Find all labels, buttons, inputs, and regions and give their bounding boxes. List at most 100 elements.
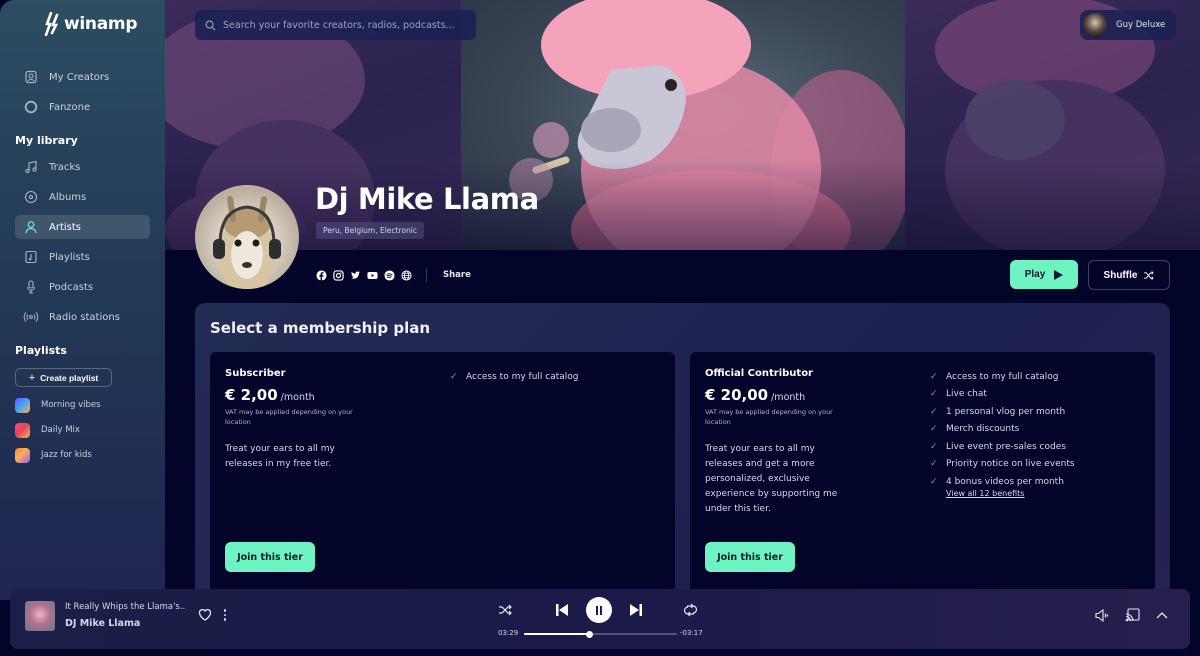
progress-fill bbox=[524, 633, 590, 635]
sidebar-item-label: Playlists bbox=[49, 251, 90, 263]
sidebar-item-artists[interactable]: Artists bbox=[15, 215, 150, 239]
heart-icon[interactable] bbox=[197, 606, 215, 624]
playlist-item-jazz-for-kids[interactable]: Jazz for kids bbox=[15, 447, 92, 463]
fanzone-icon bbox=[23, 99, 39, 115]
sidebar-item-podcasts[interactable]: Podcasts bbox=[15, 275, 150, 299]
previous-track-icon[interactable] bbox=[553, 601, 571, 619]
check-icon: ✓ bbox=[930, 459, 938, 470]
shuffle-button[interactable]: Shuffle bbox=[1088, 260, 1170, 290]
price-amount: € 2,00 bbox=[225, 386, 278, 404]
pause-icon bbox=[596, 605, 602, 615]
now-playing-artwork[interactable] bbox=[25, 601, 55, 631]
playlist-thumbnail bbox=[15, 447, 30, 463]
app-name: winamp bbox=[64, 14, 138, 34]
cast-icon[interactable] bbox=[1123, 606, 1141, 624]
sidebar-item-label: Artists bbox=[49, 221, 81, 233]
play-icon bbox=[1054, 269, 1064, 280]
playlist-label: Jazz for kids bbox=[41, 450, 92, 460]
user-avatar bbox=[1083, 13, 1107, 37]
more-options-icon[interactable] bbox=[221, 606, 229, 624]
pause-button[interactable] bbox=[586, 597, 612, 623]
tier-description: Treat your ears to all my releases and g… bbox=[705, 444, 838, 514]
check-icon: ✓ bbox=[930, 406, 938, 417]
library-section-title: My library bbox=[15, 134, 78, 147]
playlists-section-title: Playlists bbox=[15, 344, 67, 357]
globe-icon[interactable] bbox=[401, 269, 412, 281]
next-track-icon[interactable] bbox=[627, 601, 645, 619]
twitter-icon[interactable] bbox=[350, 270, 361, 281]
sidebar-item-radio-stations[interactable]: Radio stations bbox=[15, 305, 150, 329]
youtube-icon[interactable] bbox=[367, 270, 378, 281]
artist-tags: Peru, Belgium, Electronic bbox=[316, 222, 424, 239]
search-input[interactable] bbox=[223, 19, 463, 31]
user-icon bbox=[23, 219, 39, 235]
creators-icon bbox=[23, 69, 39, 85]
playlist-label: Morning vibes bbox=[41, 400, 101, 410]
social-divider bbox=[426, 268, 427, 282]
vat-note: VAT may be applied depending on your loc… bbox=[225, 408, 353, 426]
create-playlist-button[interactable]: + Create playlist bbox=[15, 368, 112, 387]
repeat-icon[interactable] bbox=[681, 601, 699, 619]
spotify-icon[interactable] bbox=[384, 269, 395, 281]
sidebar: winamp My Creators Fanzone My library Tr… bbox=[0, 0, 165, 600]
user-menu[interactable]: Guy Deluxe bbox=[1080, 10, 1176, 40]
plus-icon: + bbox=[28, 371, 36, 384]
shuffle-control-icon[interactable] bbox=[496, 601, 514, 619]
playlist-label: Daily Mix bbox=[41, 425, 80, 435]
benefit-item: ✓ Priority notice on live events bbox=[930, 456, 1075, 474]
playlist-thumbnail bbox=[15, 422, 30, 438]
membership-panel: Select a membership plan Subscriber € 2,… bbox=[195, 303, 1170, 603]
share-button[interactable]: Share bbox=[443, 270, 471, 280]
price-period: /month bbox=[280, 392, 315, 403]
check-icon: ✓ bbox=[930, 424, 938, 435]
playlist-item-morning-vibes[interactable]: Morning vibes bbox=[15, 397, 101, 413]
sidebar-item-playlists[interactable]: Playlists bbox=[15, 245, 150, 269]
price-amount: € 20,00 bbox=[705, 386, 769, 404]
volume-icon[interactable] bbox=[1093, 606, 1111, 624]
winamp-logo-icon bbox=[44, 12, 59, 36]
vat-note: VAT may be applied depending on your loc… bbox=[705, 408, 833, 426]
chevron-up-icon[interactable] bbox=[1153, 606, 1171, 624]
sidebar-item-fanzone[interactable]: Fanzone bbox=[15, 95, 150, 119]
progress-handle[interactable] bbox=[586, 630, 594, 638]
radio-icon bbox=[23, 309, 39, 325]
remaining-time: -03:17 bbox=[680, 629, 703, 637]
search-bar[interactable] bbox=[195, 10, 476, 40]
now-playing-title[interactable]: It Really Whips the Llama's... bbox=[65, 602, 185, 612]
instagram-icon[interactable] bbox=[333, 269, 344, 281]
benefit-text: Priority notice on live events bbox=[946, 459, 1075, 470]
tier-name: Official Contributor bbox=[705, 368, 813, 379]
sidebar-item-label: Radio stations bbox=[49, 311, 120, 323]
progress-bar[interactable] bbox=[524, 630, 677, 638]
check-icon: ✓ bbox=[930, 371, 938, 382]
now-playing-artist[interactable]: DJ Mike Llama bbox=[65, 618, 140, 629]
view-all-benefits-link[interactable]: View all 12 benefits bbox=[946, 489, 1075, 498]
benefits-list: ✓ Access to my full catalog ✓ Live chat ✓ 1… bbox=[930, 368, 1075, 498]
playlist-item-daily-mix[interactable]: Daily Mix bbox=[15, 422, 80, 438]
microphone-icon bbox=[23, 279, 39, 295]
shuffle-label: Shuffle bbox=[1103, 269, 1138, 281]
facebook-icon[interactable] bbox=[316, 269, 327, 281]
search-icon bbox=[205, 20, 216, 30]
sidebar-item-albums[interactable]: Albums bbox=[15, 185, 150, 209]
tier-description: Treat your ears to all my releases in my… bbox=[225, 444, 335, 469]
elapsed-time: 03:29 bbox=[498, 629, 519, 637]
sidebar-item-tracks[interactable]: Tracks bbox=[15, 155, 150, 179]
benefits-list: ✓ Access to my full catalog bbox=[450, 368, 578, 386]
winamp-logo[interactable]: winamp bbox=[44, 12, 138, 36]
sidebar-item-my-creators[interactable]: My Creators bbox=[15, 65, 150, 89]
benefit-item: ✓ Access to my full catalog bbox=[450, 368, 578, 386]
disc-icon bbox=[23, 189, 39, 205]
benefit-item: ✓ Live chat bbox=[930, 386, 1075, 404]
playlist-thumbnail bbox=[15, 397, 30, 413]
user-name: Guy Deluxe bbox=[1116, 20, 1166, 30]
tier-price: € 20,00 /month bbox=[705, 386, 805, 404]
join-tier-button[interactable]: Join this tier bbox=[225, 542, 315, 572]
benefit-text: Access to my full catalog bbox=[946, 371, 1059, 382]
play-button[interactable]: Play bbox=[1010, 260, 1078, 289]
benefit-text: 4 bonus videos per month bbox=[946, 476, 1064, 487]
benefit-item: ✓ Live event pre-sales codes bbox=[930, 438, 1075, 456]
benefit-text: Live event pre-sales codes bbox=[946, 441, 1066, 452]
tier-card-subscriber: Subscriber € 2,00 /month VAT may be appl… bbox=[210, 352, 675, 592]
join-tier-button[interactable]: Join this tier bbox=[705, 542, 795, 572]
